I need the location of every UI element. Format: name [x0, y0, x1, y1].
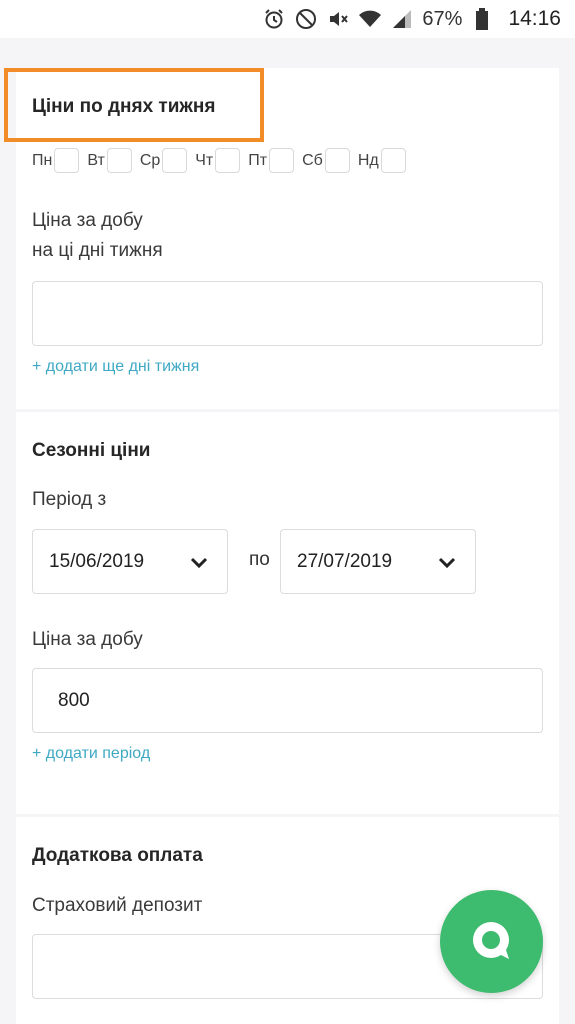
- seasonal-prices-title: Сезонні ціни: [32, 440, 151, 461]
- day-checkbox-mon[interactable]: [54, 148, 80, 173]
- weekday-price-input[interactable]: [32, 281, 543, 346]
- alarm-icon: [262, 7, 286, 31]
- mute-icon: [326, 7, 350, 31]
- add-weekdays-link[interactable]: + додати ще дні тижня: [32, 358, 199, 376]
- day-mon: Пн: [32, 148, 83, 173]
- seasonal-price-label: Ціна за добу: [32, 629, 143, 650]
- day-fri: Пт: [248, 148, 298, 173]
- day-thu: Чт: [195, 148, 244, 173]
- day-checkbox-wed[interactable]: [162, 148, 188, 173]
- battery-icon: [470, 7, 494, 31]
- day-checkbox-sun[interactable]: [380, 148, 406, 173]
- to-date-select[interactable]: 27/07/2019: [280, 529, 476, 594]
- day-tue: Вт: [87, 148, 135, 173]
- day-checkbox-sat[interactable]: [324, 148, 350, 173]
- from-date-select[interactable]: 15/06/2019: [32, 529, 228, 594]
- signal-icon: [390, 7, 414, 31]
- add-period-link[interactable]: + додати період: [32, 745, 150, 763]
- weekday-prices-title: Ціни по днях тижня: [32, 96, 216, 117]
- seasonal-price-input[interactable]: 800: [32, 668, 543, 733]
- day-wed: Ср: [140, 148, 191, 173]
- day-checkbox-thu[interactable]: [215, 148, 241, 173]
- wifi-icon: [358, 7, 382, 31]
- from-date-value: 15/06/2019: [49, 550, 145, 572]
- chat-bubble-icon: [472, 921, 509, 959]
- weekday-checkboxes: Пн Вт Ср Чт Пт Сб Нд: [32, 148, 414, 173]
- do-not-disturb-icon: [294, 7, 318, 31]
- status-bar: 67% 14:16: [0, 0, 575, 38]
- seasonal-price-value: 800: [58, 689, 90, 711]
- deposit-label: Страховий депозит: [32, 895, 203, 916]
- chat-button[interactable]: [440, 890, 543, 993]
- period-label: Період з: [32, 489, 107, 510]
- chevron-down-icon: [438, 557, 456, 568]
- clock: 14:16: [508, 7, 561, 30]
- to-label: по: [249, 549, 270, 570]
- day-checkbox-tue[interactable]: [106, 148, 132, 173]
- day-sat: Сб: [302, 148, 354, 173]
- weekday-price-label-line1: Ціна за добу: [32, 210, 143, 231]
- battery-percent: 67%: [422, 7, 463, 30]
- chevron-down-icon: [190, 557, 208, 568]
- day-sun: Нд: [358, 148, 410, 173]
- day-checkbox-fri[interactable]: [269, 148, 295, 173]
- weekday-price-label-line2: на ці дні тижня: [32, 240, 163, 261]
- to-date-value: 27/07/2019: [297, 550, 393, 572]
- extra-payment-title: Додаткова оплата: [32, 845, 203, 866]
